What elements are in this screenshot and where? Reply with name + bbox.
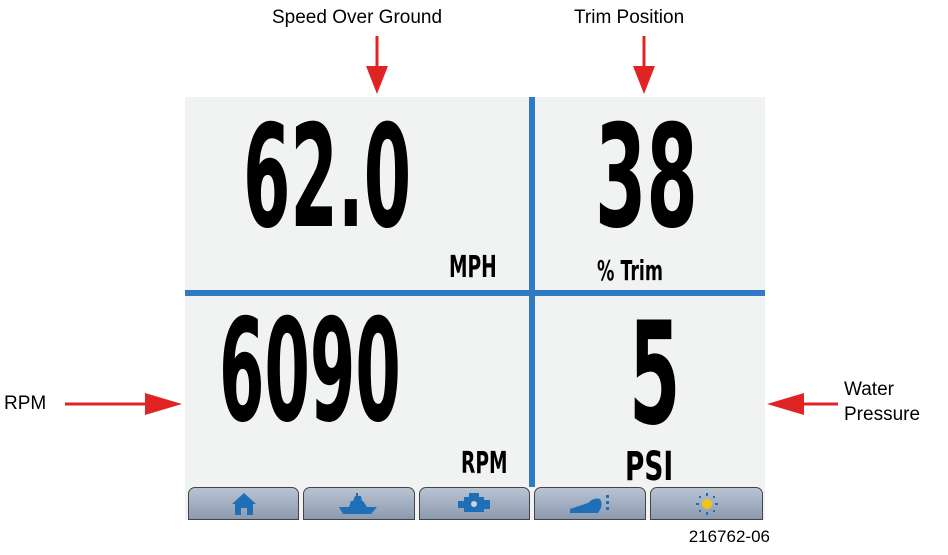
pressure-arrow-icon: [767, 393, 838, 415]
rpm-callout: RPM: [4, 393, 47, 414]
pressure-unit: PSI: [625, 444, 674, 490]
trim-arrow-icon: [633, 36, 655, 94]
trim-icon: [570, 494, 609, 513]
tab-engine[interactable]: [419, 487, 530, 520]
pressure-value: 5: [629, 292, 681, 457]
home-icon: [231, 492, 256, 515]
trim-value: 38: [595, 95, 698, 260]
gauge-display: 62.0 MPH 38 % Trim 6090 RPM 5 PSI: [185, 97, 765, 520]
rpm-arrow-icon: [65, 393, 182, 415]
tab-brightness[interactable]: [650, 487, 763, 520]
water-pressure-callout-line2: Pressure: [844, 404, 921, 425]
speed-over-ground-callout: Speed Over Ground: [272, 7, 443, 28]
water-pressure-callout-line1: Water: [844, 379, 894, 400]
figure-id: 216762-06: [688, 527, 770, 546]
trim-unit: % Trim: [597, 254, 663, 287]
trim-position-callout: Trim Position: [574, 7, 685, 28]
speed-value: 62.0: [243, 95, 412, 260]
brightness-icon: [695, 492, 718, 515]
tab-trim[interactable]: [534, 487, 646, 520]
tab-bar: [185, 487, 765, 520]
speed-unit: MPH: [449, 250, 497, 285]
tab-home[interactable]: [188, 487, 299, 520]
boat-icon: [339, 492, 377, 514]
engine-icon: [457, 492, 490, 512]
speed-arrow-icon: [366, 36, 388, 94]
rpm-value: 6090: [219, 289, 401, 454]
rpm-unit: RPM: [461, 446, 508, 481]
tab-vessel[interactable]: [303, 487, 415, 520]
